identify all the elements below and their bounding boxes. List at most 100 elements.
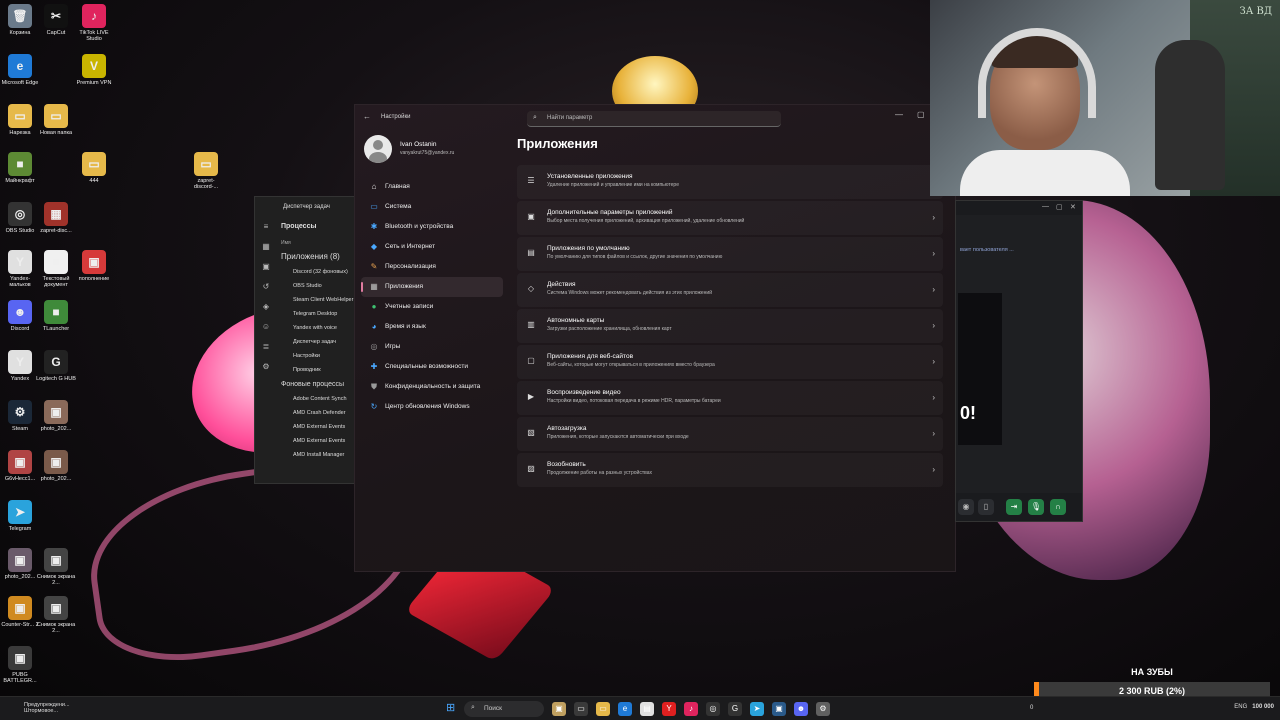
settings-row[interactable]: ▢ Приложения для веб-сайтов Веб-сайты, кот… bbox=[517, 345, 943, 379]
taskbar-app-icon[interactable]: ☻ bbox=[794, 702, 808, 716]
background-process-row[interactable]: AMD External Events bbox=[281, 420, 357, 434]
desktop-icon[interactable]: ☻ Discord bbox=[0, 300, 40, 332]
taskbar-app-icon[interactable]: ◎ bbox=[706, 702, 720, 716]
taskbar-app-icon[interactable]: ▭ bbox=[574, 702, 588, 716]
desktop-icon[interactable]: ≡ Текстовый документ bbox=[36, 250, 76, 288]
headphones-icon[interactable]: ∩ bbox=[1050, 499, 1066, 515]
desktop-icon[interactable]: V Premium VPN bbox=[74, 54, 114, 86]
settings-search-input[interactable]: ⌕ Найти параметр bbox=[527, 111, 781, 127]
activity-icon[interactable]: ◉ bbox=[958, 499, 974, 515]
nav-item[interactable]: ✚ Специальные возможности bbox=[361, 357, 503, 377]
desktop-icon[interactable]: ▣ пополнение bbox=[74, 250, 114, 282]
minimize-icon[interactable]: — bbox=[895, 110, 903, 119]
desktop-icon[interactable]: e Microsoft Edge bbox=[0, 54, 40, 86]
nav-item[interactable]: ↻ Центр обновления Windows bbox=[361, 397, 503, 417]
settings-row[interactable]: ▨ Возобновить Продолжение работы на разных… bbox=[517, 453, 943, 487]
desktop-icon[interactable]: ▣ PUBG BATTLEGR... bbox=[0, 646, 40, 684]
maximize-icon[interactable]: ▢ bbox=[1056, 203, 1063, 211]
settings-row[interactable]: ▶ Воспроизведение видео Настройки видео, п… bbox=[517, 381, 943, 415]
desktop-icon[interactable]: ▭ 444 bbox=[74, 152, 114, 184]
maximize-icon[interactable]: ▢ bbox=[917, 110, 925, 119]
taskbar-app-icon[interactable]: ▣ bbox=[552, 702, 566, 716]
desktop-icon[interactable]: ◎ OBS Studio bbox=[0, 202, 40, 234]
desktop-icon[interactable]: ▭ zapret-discord-... bbox=[186, 152, 226, 190]
nav-item[interactable]: ◆ Сеть и Интернет bbox=[361, 237, 503, 257]
process-row[interactable]: Steam Client WebHelper bbox=[281, 293, 357, 307]
desktop-icon[interactable]: Y Yandex bbox=[0, 350, 40, 382]
desktop-icon[interactable]: ■ TLauncher bbox=[36, 300, 76, 332]
background-process-row[interactable]: AMD Crash Defender bbox=[281, 406, 357, 420]
nav-item[interactable]: ✱ Bluetooth и устройства bbox=[361, 217, 503, 237]
settings-row[interactable]: ☰ Установленные приложения Удаление прилож… bbox=[517, 165, 943, 199]
screen-share-icon[interactable]: ⇥ bbox=[1006, 499, 1022, 515]
desktop-icon[interactable]: ▣ photo_202... bbox=[36, 400, 76, 432]
settings-row[interactable]: ◇ Действия Система Windows может рекомендо… bbox=[517, 273, 943, 307]
desktop-icon[interactable]: ▣ photo_202... bbox=[0, 548, 40, 580]
desktop-icon[interactable]: ▣ photo_202... bbox=[36, 450, 76, 482]
taskbar-app-icon[interactable]: ▭ bbox=[596, 702, 610, 716]
close-icon[interactable]: ✕ bbox=[1070, 203, 1076, 211]
microphone-icon[interactable]: 🎙 bbox=[1028, 499, 1044, 515]
desktop-icon[interactable]: ■ Майнкрафт bbox=[0, 152, 40, 184]
background-process-row[interactable]: AMD Install Manager bbox=[281, 448, 357, 462]
nav-item[interactable]: ⌂ Главная bbox=[361, 177, 503, 197]
details-icon[interactable]: ≣ bbox=[255, 337, 277, 357]
desktop-icon[interactable]: ✂ CapCut bbox=[36, 4, 76, 36]
back-arrow-icon[interactable]: ← bbox=[363, 112, 371, 121]
processes-icon[interactable]: ▦ bbox=[255, 237, 277, 257]
column-name[interactable]: Имя bbox=[281, 240, 357, 246]
process-row[interactable]: Telegram Desktop bbox=[281, 307, 357, 321]
menu-icon[interactable]: ≡ bbox=[255, 217, 277, 237]
settings-row[interactable]: ▧ Автозагрузка Приложения, которые запуска… bbox=[517, 417, 943, 451]
process-row[interactable]: OBS Studio bbox=[281, 279, 357, 293]
task-manager-window[interactable]: Диспетчер задач ≡ ▦ ▣ ↺ ◈ ☺ ≣ ⚙ Процессы… bbox=[254, 196, 358, 484]
minimize-icon[interactable]: — bbox=[1042, 203, 1049, 210]
nav-item[interactable]: ▭ Система bbox=[361, 197, 503, 217]
desktop-icon[interactable]: ⚙ Steam bbox=[0, 400, 40, 432]
nav-item[interactable]: ✎ Персонализация bbox=[361, 257, 503, 277]
desktop-icon[interactable]: ▦ zapret-disc... bbox=[36, 202, 76, 234]
pin-icon[interactable]: ▯ bbox=[978, 499, 994, 515]
process-row[interactable]: Проводник bbox=[281, 363, 357, 377]
users-icon[interactable]: ☺ bbox=[255, 317, 277, 337]
taskbar-app-icon[interactable]: G bbox=[728, 702, 742, 716]
nav-item[interactable]: ⛊ Конфиденциальность и защита bbox=[361, 377, 503, 397]
background-process-row[interactable]: AMD External Events bbox=[281, 434, 357, 448]
taskbar-app-icon[interactable]: Y bbox=[662, 702, 676, 716]
desktop-icon[interactable]: ▣ Counter-Str... 2 bbox=[0, 596, 40, 628]
nav-item[interactable]: ◕ Время и язык bbox=[361, 317, 503, 337]
desktop-icon[interactable]: ▣ Снимок экрана 2... bbox=[36, 596, 76, 634]
taskbar-search[interactable]: ⌕ Поиск bbox=[464, 701, 544, 717]
desktop-icon[interactable]: ▣ G6vHecc1... bbox=[0, 450, 40, 482]
taskbar-app-icon[interactable]: ⚙ bbox=[816, 702, 830, 716]
settings-row[interactable]: ▥ Автономные карты Загрузки расположение х… bbox=[517, 309, 943, 343]
process-row[interactable]: Yandex with voice bbox=[281, 321, 357, 335]
taskbar-app-icon[interactable]: ♪ bbox=[684, 702, 698, 716]
desktop-icon[interactable]: ♪ TikTok LIVE Studio bbox=[74, 4, 114, 42]
taskbar-app-icon[interactable]: e bbox=[618, 702, 632, 716]
process-row[interactable]: Диспетчер задач bbox=[281, 335, 357, 349]
desktop-icon[interactable]: G Logitech G HUB bbox=[36, 350, 76, 382]
taskbar-app-icon[interactable]: ▣ bbox=[772, 702, 786, 716]
nav-item[interactable]: ◎ Игры bbox=[361, 337, 503, 357]
settings-row[interactable]: ▤ Приложения по умолчанию По умолчанию для… bbox=[517, 237, 943, 271]
taskbar-app-icon[interactable]: ➤ bbox=[750, 702, 764, 716]
stream-preview[interactable]: 0! bbox=[958, 293, 1002, 445]
user-profile[interactable]: Ivan Ostanin vanyakrut75@yandex.ru bbox=[364, 135, 454, 165]
performance-icon[interactable]: ▣ bbox=[255, 257, 277, 277]
desktop-icon[interactable]: 🗑 Корзина bbox=[0, 4, 40, 36]
desktop-icon[interactable]: ➤ Telegram bbox=[0, 500, 40, 532]
taskbar-app-icon[interactable]: ▤ bbox=[640, 702, 654, 716]
services-icon[interactable]: ⚙ bbox=[255, 357, 277, 377]
history-icon[interactable]: ↺ bbox=[255, 277, 277, 297]
system-tray[interactable]: ENG 100 000 bbox=[1234, 704, 1274, 710]
nav-item[interactable]: ▦ Приложения bbox=[361, 277, 503, 297]
nav-item[interactable]: ● Учетные записи bbox=[361, 297, 503, 317]
windows-start-icon[interactable]: ⊞ bbox=[446, 702, 458, 714]
weather-widget[interactable]: Предупреждени... Штормовое... bbox=[24, 702, 70, 714]
startup-icon[interactable]: ◈ bbox=[255, 297, 277, 317]
process-row[interactable]: Discord (32 фоновых) bbox=[281, 265, 357, 279]
desktop-icon[interactable]: ▭ Новая папка bbox=[36, 104, 76, 136]
desktop-icon[interactable]: ▭ Нарезка bbox=[0, 104, 40, 136]
process-row[interactable]: Настройки bbox=[281, 349, 357, 363]
